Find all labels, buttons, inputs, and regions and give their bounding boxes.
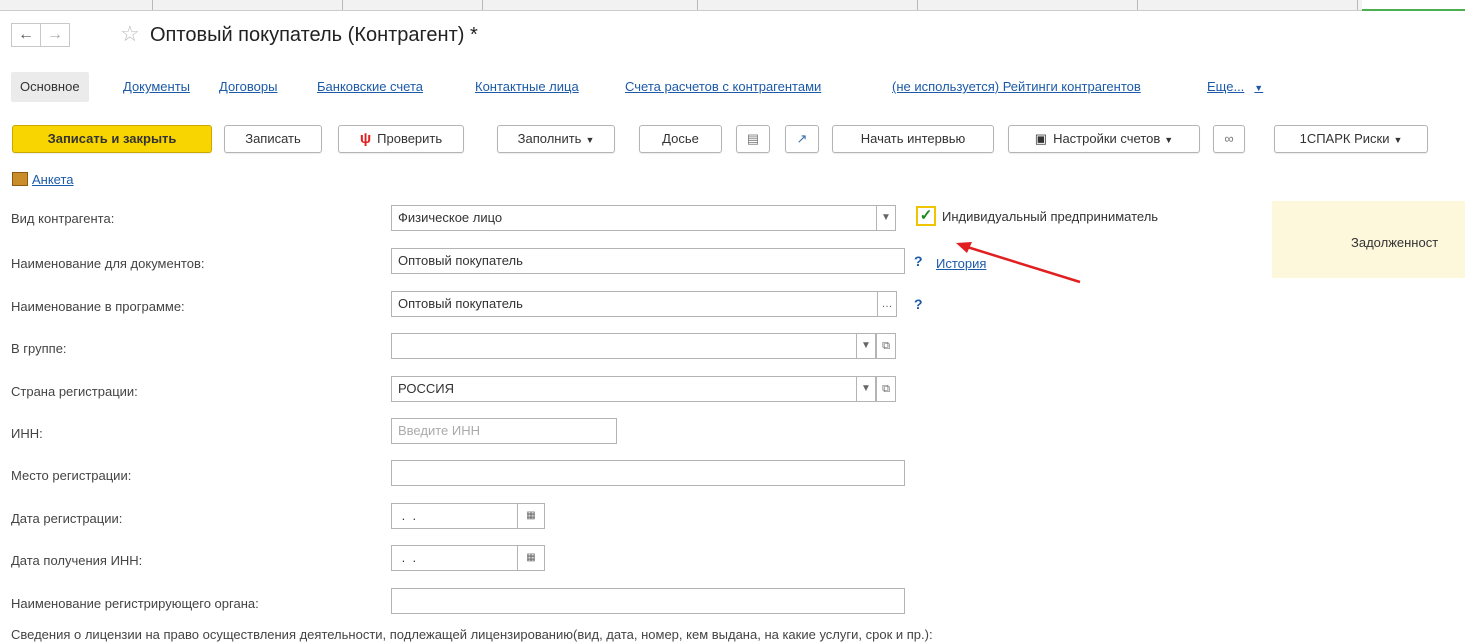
export-button[interactable]: ↗ [785,125,819,153]
chevron-down-icon: ▼ [585,135,595,145]
settings-icon: ▣ [1034,131,1048,146]
accounts-settings-label: Настройки счетов [1053,131,1161,146]
tab-separator [482,0,483,10]
anketa-link[interactable]: Анкета [32,172,74,187]
page-title: Оптовый покупатель (Контрагент) * [150,24,478,46]
tab-separator [1137,0,1138,10]
debt-label: Задолженност [1351,235,1439,250]
tab-contact-persons[interactable]: Контактные лица [475,72,579,102]
type-select[interactable]: Физическое лицо [391,205,877,231]
name-prog-input[interactable]: Оптовый покупатель [391,291,878,317]
arrow-left-icon: ← [18,26,34,43]
ellipsis-icon: … [881,298,893,310]
spark-risks-button[interactable]: 1СПАРК Риски ▼ [1274,125,1428,153]
type-label: Вид контрагента: [11,211,115,226]
open-window-icon: ⧉ [882,340,890,352]
tab-more[interactable]: Еще... ▼ [1207,72,1263,102]
arrow-right-icon: → [47,26,63,43]
name-prog-select-button[interactable]: … [877,291,897,317]
inn-label: ИНН: [11,426,43,441]
paperclip-icon: ∞ [1224,131,1234,146]
tab-more-label: Еще... [1207,79,1245,94]
reg-date-calendar-button[interactable]: ▦ [517,503,545,529]
forward-button[interactable]: → [40,23,70,47]
fill-button-label: Заполнить [517,131,582,146]
individual-entrepreneur-label: Индивидуальный предприниматель [942,209,1159,224]
help-icon[interactable]: ? [914,296,923,312]
reg-date-label: Дата регистрации: [11,511,123,526]
tab-separator [1357,0,1358,10]
reg-place-label: Место регистрации: [11,468,132,483]
chevron-down-icon: ▼ [881,212,891,223]
inn-input[interactable]: Введите ИНН [391,418,617,444]
tab-separator [152,0,153,10]
attach-button[interactable]: ∞ [1213,125,1245,153]
help-icon[interactable]: ? [914,253,923,269]
tab-separator [342,0,343,10]
group-dropdown-button[interactable]: ▼ [856,333,876,359]
tab-main[interactable]: Основное [11,72,89,102]
tab-separator [697,0,698,10]
reg-date-input[interactable]: . . [391,503,518,529]
start-interview-button[interactable]: Начать интервью [832,125,994,153]
chevron-down-icon: ▼ [1254,83,1264,93]
open-window-icon: ⧉ [882,383,890,395]
name-docs-label: Наименование для документов: [11,256,205,271]
inn-date-calendar-button[interactable]: ▦ [517,545,545,571]
tab-settlement-accounts[interactable]: Счета расчетов с контрагентами [625,72,821,102]
individual-entrepreneur-checkbox[interactable]: ✓ [916,206,936,226]
favorite-star-icon[interactable]: ☆ [120,22,140,46]
country-label: Страна регистрации: [11,384,138,399]
calendar-icon: ▦ [526,510,536,521]
group-label: В группе: [11,341,67,356]
chevron-down-icon: ▼ [1393,135,1403,145]
fill-button[interactable]: Заполнить ▼ [497,125,615,153]
questionnaire-icon [12,172,28,186]
name-docs-input[interactable]: Оптовый покупатель [391,248,905,274]
group-open-button[interactable]: ⧉ [876,333,896,359]
inn-date-input[interactable]: . . [391,545,518,571]
debt-panel: Задолженност [1272,201,1465,278]
country-dropdown-button[interactable]: ▼ [856,376,876,402]
document-icon: ▤ [746,131,760,146]
save-and-close-button[interactable]: Записать и закрыть [12,125,212,153]
group-input[interactable] [391,333,857,359]
chevron-down-icon: ▼ [861,383,871,394]
annotation-arrow [956,242,1081,284]
dossier-button[interactable]: Досье [639,125,722,153]
reg-org-label: Наименование регистрирующего органа: [11,596,259,611]
chevron-down-icon: ▼ [1164,135,1174,145]
report-button[interactable]: ▤ [736,125,770,153]
reg-place-input[interactable] [391,460,905,486]
reg-org-input[interactable] [391,588,905,614]
chevron-down-icon: ▼ [861,340,871,351]
tab-documents[interactable]: Документы [123,72,190,102]
window-tab-active[interactable] [1362,0,1465,11]
export-icon: ↗ [796,131,808,146]
tab-separator [917,0,918,10]
license-info-label: Сведения о лицензии на право осуществлен… [11,627,933,642]
inn-date-label: Дата получения ИНН: [11,553,143,568]
tab-bank-accounts[interactable]: Банковские счета [317,72,423,102]
tab-ratings[interactable]: (не используется) Рейтинги контрагентов [892,72,1141,102]
back-button[interactable]: ← [11,23,41,47]
tab-contracts[interactable]: Договоры [219,72,277,102]
calendar-icon: ▦ [526,552,536,563]
arrow-line [963,244,1081,284]
check-button-label: Проверить [377,131,443,146]
spark-risks-label: 1СПАРК Риски [1299,131,1390,146]
name-prog-label: Наименование в программе: [11,299,185,314]
lightning-icon: ψ [359,130,372,147]
check-button[interactable]: ψ Проверить [338,125,464,153]
window-tab-strip [0,0,1465,11]
accounts-settings-button[interactable]: ▣ Настройки счетов ▼ [1008,125,1200,153]
type-dropdown-button[interactable]: ▼ [876,205,896,231]
country-open-button[interactable]: ⧉ [876,376,896,402]
country-input[interactable]: РОССИЯ [391,376,857,402]
anketa-row: Анкета [12,172,74,187]
save-button[interactable]: Записать [224,125,322,153]
